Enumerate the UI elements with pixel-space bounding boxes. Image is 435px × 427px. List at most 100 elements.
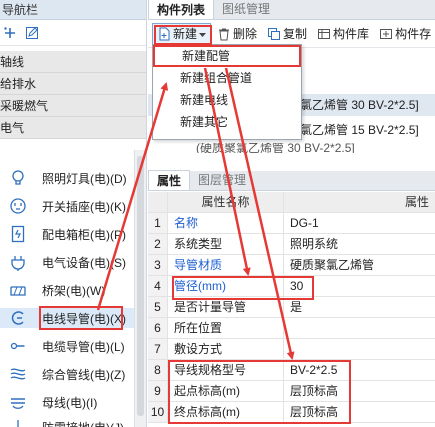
property-panel: 属性 图层管理 属性名称 属性 1 名称 DG-1 2 系统类型 照明系统 3 … bbox=[148, 170, 435, 427]
component-library-button[interactable]: 构件库 bbox=[313, 23, 373, 45]
tab-component-list[interactable]: 构件列表 bbox=[148, 0, 215, 19]
delete-button-label: 删除 bbox=[233, 27, 258, 41]
component-tabs: 构件列表 图纸管理 bbox=[148, 0, 435, 20]
menu-item-new-conduit[interactable]: 新建配管 bbox=[153, 45, 301, 67]
nav-section-electrical[interactable]: 电气 bbox=[0, 117, 146, 139]
tab-layer-management[interactable]: 图层管理 bbox=[190, 170, 254, 190]
library-icon bbox=[317, 27, 331, 41]
property-name: 导管材质 bbox=[168, 255, 284, 275]
combined-lines-icon bbox=[8, 365, 28, 383]
nav-scroll-thumb[interactable] bbox=[137, 156, 144, 416]
tab-drawing-management[interactable]: 图纸管理 bbox=[214, 0, 278, 19]
row-index: 8 bbox=[148, 360, 168, 380]
store-button-label: 构件存 bbox=[395, 27, 432, 41]
header-name: 属性名称 bbox=[168, 192, 284, 212]
delete-button[interactable]: 删除 bbox=[213, 23, 261, 45]
nav-item-grounding[interactable]: 防雷接地(电)(J) bbox=[0, 417, 134, 427]
header-value: 属性 bbox=[284, 192, 435, 212]
property-name: 管径(mm) bbox=[168, 276, 284, 296]
nav-item-wire-conduit[interactable]: 电线导管(电)(X) bbox=[0, 308, 134, 328]
chevron-down-icon bbox=[199, 27, 207, 41]
property-value[interactable]: 硬质聚氯乙烯管 bbox=[284, 255, 435, 275]
property-name: 终点标高(m) bbox=[168, 402, 284, 422]
row-index: 4 bbox=[148, 276, 168, 296]
bridge-icon bbox=[8, 281, 28, 299]
nav-section-axis[interactable]: 轴线 bbox=[0, 51, 146, 73]
property-name: 名称 bbox=[168, 213, 284, 233]
property-row[interactable]: 1 名称 DG-1 bbox=[148, 213, 435, 234]
property-value[interactable] bbox=[284, 318, 435, 338]
nav-item-label: 开关插座(电)(K) bbox=[42, 199, 126, 214]
component-row-text: (硬质聚氯乙烯管 30 BV-2*2.5] bbox=[196, 143, 355, 153]
property-row[interactable]: 9 起点标高(m) 层顶标高 bbox=[148, 381, 435, 402]
row-index: 6 bbox=[148, 318, 168, 338]
header-index-cell bbox=[148, 192, 168, 212]
library-button-label: 构件库 bbox=[333, 27, 370, 41]
property-name: 所在位置 bbox=[168, 318, 284, 338]
property-tabs: 属性 图层管理 bbox=[148, 170, 435, 191]
menu-item-new-wire[interactable]: 新建电线 bbox=[153, 89, 301, 111]
property-value[interactable]: 层顶标高 bbox=[284, 402, 435, 422]
grounding-icon bbox=[8, 418, 28, 427]
component-row-text: 氯乙烯管 30 BV-2*2.5] bbox=[300, 98, 419, 112]
property-value[interactable]: 是 bbox=[284, 297, 435, 317]
nav-item-cable-tray[interactable]: 桥架(电)(W) bbox=[0, 280, 134, 300]
cable-icon bbox=[8, 337, 28, 355]
nav-item-label: 电气设备(电)(S) bbox=[42, 255, 126, 270]
tab-properties[interactable]: 属性 bbox=[148, 170, 191, 190]
property-name: 起点标高(m) bbox=[168, 381, 284, 401]
menu-item-new-other[interactable]: 新建其它 bbox=[153, 111, 301, 133]
delete-icon bbox=[217, 27, 231, 41]
property-grid: 属性名称 属性 1 名称 DG-1 2 系统类型 照明系统 3 导管材质 硬质聚… bbox=[148, 192, 435, 423]
menu-item-new-combined-pipe[interactable]: 新建组合管道 bbox=[153, 67, 301, 89]
property-value[interactable]: DG-1 bbox=[284, 213, 435, 233]
property-value[interactable]: 层顶标高 bbox=[284, 381, 435, 401]
nav-item-label: 照明灯具(电)(D) bbox=[42, 171, 127, 186]
nav-item-label: 电线导管(电)(X) bbox=[42, 311, 126, 326]
new-button[interactable]: 新建 bbox=[152, 22, 212, 45]
row-index: 10 bbox=[148, 402, 168, 422]
nav-item-label: 配电箱柜(电)(P) bbox=[42, 227, 126, 242]
nav-section-heating-gas[interactable]: 采暖燃气 bbox=[0, 95, 146, 117]
row-index: 3 bbox=[148, 255, 168, 275]
property-name: 系统类型 bbox=[168, 234, 284, 254]
copy-button[interactable]: 复制 bbox=[263, 23, 311, 45]
property-value[interactable]: 照明系统 bbox=[284, 234, 435, 254]
row-index: 1 bbox=[148, 213, 168, 233]
component-row-text: 氯乙烯管 15 BV-2*2.5] bbox=[300, 123, 419, 137]
nav-item-lighting[interactable]: 照明灯具(电)(D) bbox=[0, 168, 134, 188]
nav-item-cable-conduit[interactable]: 电缆导管(电)(L) bbox=[0, 336, 134, 356]
nav-item-busbar[interactable]: 母线(电)(I) bbox=[0, 392, 134, 412]
add-icon[interactable] bbox=[3, 26, 17, 40]
row-index: 7 bbox=[148, 339, 168, 359]
navigation-panel: 导航栏 轴线 给排水 采暖燃气 电气 照明灯具(电)(D) 开关插座(电)(K)… bbox=[0, 0, 147, 427]
property-row[interactable]: 6 所在位置 bbox=[148, 318, 435, 339]
nav-item-switch-socket[interactable]: 开关插座(电)(K) bbox=[0, 196, 134, 216]
property-row[interactable]: 2 系统类型 照明系统 bbox=[148, 234, 435, 255]
component-store-button[interactable]: 构件存 bbox=[375, 23, 435, 45]
component-row-3[interactable]: (硬质聚氯乙烯管 30 BV-2*2.5] bbox=[148, 143, 435, 153]
nav-item-electrical-equipment[interactable]: 电气设备(电)(S) bbox=[0, 252, 134, 272]
property-row[interactable]: 3 导管材质 硬质聚氯乙烯管 bbox=[148, 255, 435, 276]
property-value[interactable]: BV-2*2.5 bbox=[284, 360, 435, 380]
property-value[interactable]: 30 bbox=[284, 276, 435, 296]
busbar-icon bbox=[8, 393, 28, 411]
nav-scrollbar[interactable] bbox=[134, 150, 146, 427]
property-name: 敷设方式 bbox=[168, 339, 284, 359]
nav-item-label: 综合管线(电)(Z) bbox=[42, 367, 126, 382]
property-row[interactable]: 4 管径(mm) 30 bbox=[148, 276, 435, 297]
property-row[interactable]: 7 敷设方式 bbox=[148, 339, 435, 360]
nav-item-distribution-box[interactable]: 配电箱柜(电)(P) bbox=[0, 224, 134, 244]
property-row[interactable]: 5 是否计量导管 是 bbox=[148, 297, 435, 318]
bulb-icon bbox=[8, 169, 28, 187]
nav-item-label: 母线(电)(I) bbox=[42, 395, 98, 410]
edit-icon[interactable] bbox=[25, 26, 39, 40]
nav-item-combined-lines[interactable]: 综合管线(电)(Z) bbox=[0, 364, 134, 384]
conduit-icon bbox=[8, 309, 28, 327]
property-row[interactable]: 10 终点标高(m) 层顶标高 bbox=[148, 402, 435, 423]
property-value[interactable] bbox=[284, 339, 435, 359]
nav-section-plumbing[interactable]: 给排水 bbox=[0, 73, 146, 95]
property-row[interactable]: 8 导线规格型号 BV-2*2.5 bbox=[148, 360, 435, 381]
plug-icon bbox=[8, 253, 28, 271]
new-file-icon bbox=[157, 27, 171, 41]
